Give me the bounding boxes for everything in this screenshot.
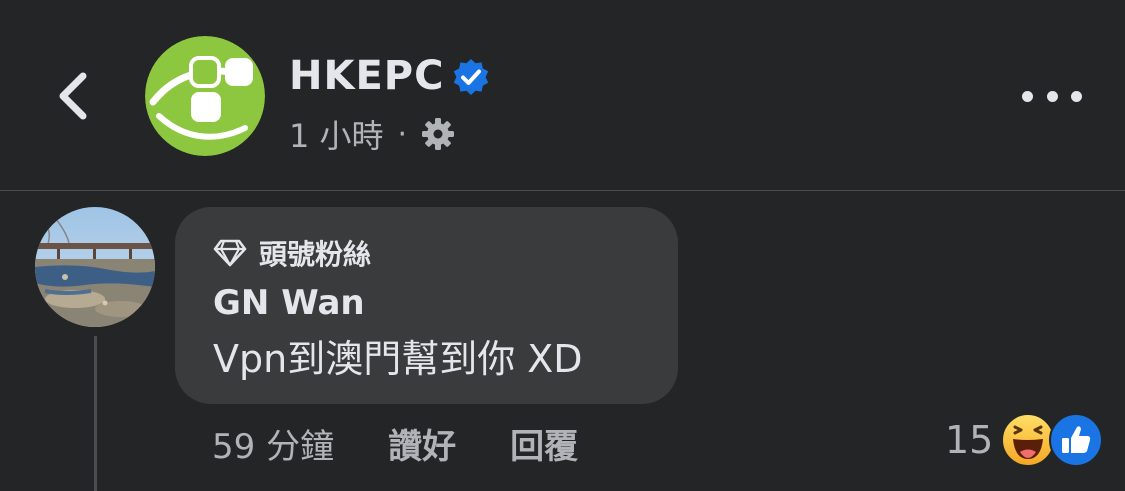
- diamond-icon: [213, 239, 247, 267]
- reaction-icons: [1001, 412, 1104, 468]
- comment-time[interactable]: 59 分鐘: [212, 419, 334, 468]
- verified-badge-icon: [453, 59, 489, 95]
- back-button[interactable]: [48, 68, 96, 124]
- reaction-summary[interactable]: 15: [945, 412, 1104, 468]
- reply-button[interactable]: 回覆: [510, 419, 578, 468]
- comment-bubble: 頭號粉絲 GN Wan Vpn到澳門幫到你 XD: [175, 207, 678, 404]
- page-avatar[interactable]: [145, 36, 265, 156]
- comment-text: Vpn到澳門幫到你 XD: [213, 337, 583, 381]
- post-time[interactable]: 1 小時: [289, 111, 384, 157]
- comment-author-avatar[interactable]: [35, 207, 155, 327]
- like-icon: [1049, 413, 1104, 467]
- avatar-photo: [35, 207, 155, 327]
- meta-separator: ·: [397, 116, 408, 152]
- more-dot-icon: [1071, 90, 1082, 102]
- reaction-count: 15: [945, 418, 994, 462]
- top-fan-badge[interactable]: 頭號粉絲: [213, 233, 371, 273]
- gear-icon: [422, 118, 455, 150]
- haha-icon: [1001, 413, 1056, 467]
- more-options-button[interactable]: [1022, 78, 1082, 114]
- page-name[interactable]: HKEPC: [289, 50, 444, 102]
- like-button[interactable]: 讚好: [388, 419, 456, 468]
- comment-author-name[interactable]: GN Wan: [213, 281, 365, 325]
- post-meta: 1 小時 ·: [289, 112, 455, 156]
- comment-actions: 59 分鐘 讚好 回覆: [212, 418, 578, 468]
- thread-line: [94, 336, 97, 491]
- chevron-left-icon: [59, 72, 87, 120]
- hkepc-logo: [145, 36, 265, 156]
- badge-label: 頭號粉絲: [259, 238, 372, 271]
- header-divider: [0, 190, 1125, 191]
- more-dot-icon: [1046, 90, 1058, 102]
- post-header: HKEPC 1 小時 ·: [0, 0, 1125, 191]
- more-dot-icon: [1022, 90, 1033, 102]
